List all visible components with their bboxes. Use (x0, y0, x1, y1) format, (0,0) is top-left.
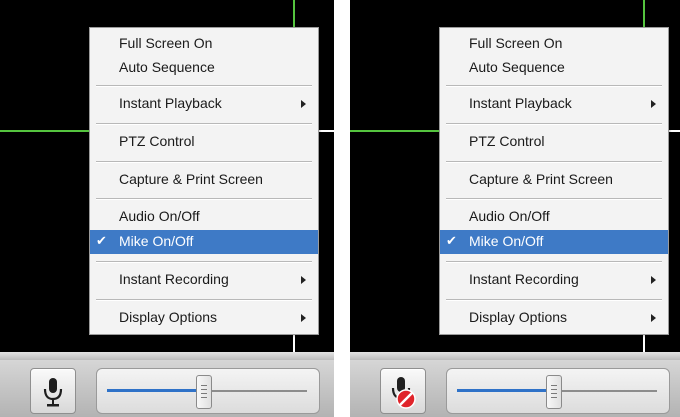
submenu-arrow-icon (651, 314, 656, 322)
menu-item-display-options[interactable]: Display Options (90, 306, 318, 330)
submenu-arrow-icon (301, 100, 306, 108)
menu-separator (446, 123, 662, 125)
menu-item-display-options[interactable]: Display Options (440, 306, 668, 330)
menu-item-ptz-control[interactable]: PTZ Control (90, 130, 318, 154)
menu-item-auto-sequence[interactable]: Auto Sequence (440, 56, 668, 80)
menu-separator (446, 299, 662, 301)
mic-toggle-button[interactable] (380, 368, 426, 414)
menu-item-label: Capture & Print Screen (119, 171, 263, 187)
menu-item-label: Full Screen On (469, 35, 563, 51)
submenu-arrow-icon (301, 314, 306, 322)
menu-item-full-screen[interactable]: Full Screen On (90, 32, 318, 56)
menu-separator (446, 85, 662, 87)
menu-item-label: PTZ Control (469, 133, 545, 149)
submenu-arrow-icon (651, 276, 656, 284)
menu-item-instant-playback[interactable]: Instant Playback (440, 92, 668, 116)
menu-separator (446, 161, 662, 163)
microphone-muted-icon (391, 377, 416, 409)
microphone-icon (43, 378, 63, 407)
menu-item-label: Audio On/Off (469, 208, 550, 224)
toolbar-edge (0, 352, 334, 360)
menu-item-mike-toggle[interactable]: ✔ Mike On/Off (440, 230, 668, 254)
menu-item-label: Auto Sequence (469, 59, 565, 75)
toolbar (350, 360, 680, 417)
menu-item-label: Instant Recording (469, 271, 579, 287)
panel-mic-muted: Full Screen On Auto Sequence Instant Pla… (350, 0, 680, 417)
menu-separator (96, 85, 312, 87)
menu-separator (446, 261, 662, 263)
grid-line (293, 0, 295, 28)
menu-item-label: Instant Playback (469, 95, 572, 111)
menu-item-instant-recording[interactable]: Instant Recording (440, 268, 668, 292)
menu-separator (96, 299, 312, 301)
slider-fill (107, 389, 203, 392)
menu-separator (96, 198, 312, 200)
volume-slider[interactable] (446, 368, 670, 414)
panel-mic-enabled: Full Screen On Auto Sequence Instant Pla… (0, 0, 334, 417)
grid-line (643, 334, 645, 352)
menu-item-ptz-control[interactable]: PTZ Control (440, 130, 668, 154)
context-menu: Full Screen On Auto Sequence Instant Pla… (439, 27, 669, 335)
submenu-arrow-icon (651, 100, 656, 108)
toolbar (0, 360, 334, 417)
grid-line (0, 130, 89, 132)
menu-item-label: Instant Recording (119, 271, 229, 287)
slider-thumb[interactable] (196, 375, 212, 409)
menu-item-mike-toggle[interactable]: ✔ Mike On/Off (90, 230, 318, 254)
context-menu: Full Screen On Auto Sequence Instant Pla… (89, 27, 319, 335)
menu-item-auto-sequence[interactable]: Auto Sequence (90, 56, 318, 80)
toolbar-edge (350, 352, 680, 360)
menu-item-label: Full Screen On (119, 35, 213, 51)
menu-item-label: Display Options (119, 309, 218, 325)
menu-item-label: Mike On/Off (469, 233, 544, 249)
menu-item-audio-toggle[interactable]: Audio On/Off (440, 205, 668, 229)
menu-item-label: Mike On/Off (119, 233, 194, 249)
menu-item-label: Instant Playback (119, 95, 222, 111)
grid-line (293, 334, 295, 352)
slider-thumb[interactable] (546, 375, 562, 409)
menu-item-full-screen[interactable]: Full Screen On (440, 32, 668, 56)
checkmark-icon: ✔ (96, 233, 107, 248)
volume-slider[interactable] (96, 368, 320, 414)
menu-separator (96, 161, 312, 163)
menu-item-instant-playback[interactable]: Instant Playback (90, 92, 318, 116)
menu-item-label: Audio On/Off (119, 208, 200, 224)
menu-item-capture-print[interactable]: Capture & Print Screen (90, 168, 318, 192)
grid-line (350, 130, 439, 132)
menu-item-instant-recording[interactable]: Instant Recording (90, 268, 318, 292)
grid-line (317, 130, 334, 132)
submenu-arrow-icon (301, 276, 306, 284)
menu-item-label: PTZ Control (119, 133, 195, 149)
menu-item-label: Display Options (469, 309, 568, 325)
menu-separator (96, 123, 312, 125)
menu-item-label: Capture & Print Screen (469, 171, 613, 187)
menu-separator (96, 261, 312, 263)
menu-item-capture-print[interactable]: Capture & Print Screen (440, 168, 668, 192)
mic-toggle-button[interactable] (30, 368, 76, 414)
menu-separator (446, 198, 662, 200)
menu-item-label: Auto Sequence (119, 59, 215, 75)
checkmark-icon: ✔ (446, 233, 457, 248)
grid-line (643, 0, 645, 28)
slider-fill (457, 389, 553, 392)
menu-item-audio-toggle[interactable]: Audio On/Off (90, 205, 318, 229)
